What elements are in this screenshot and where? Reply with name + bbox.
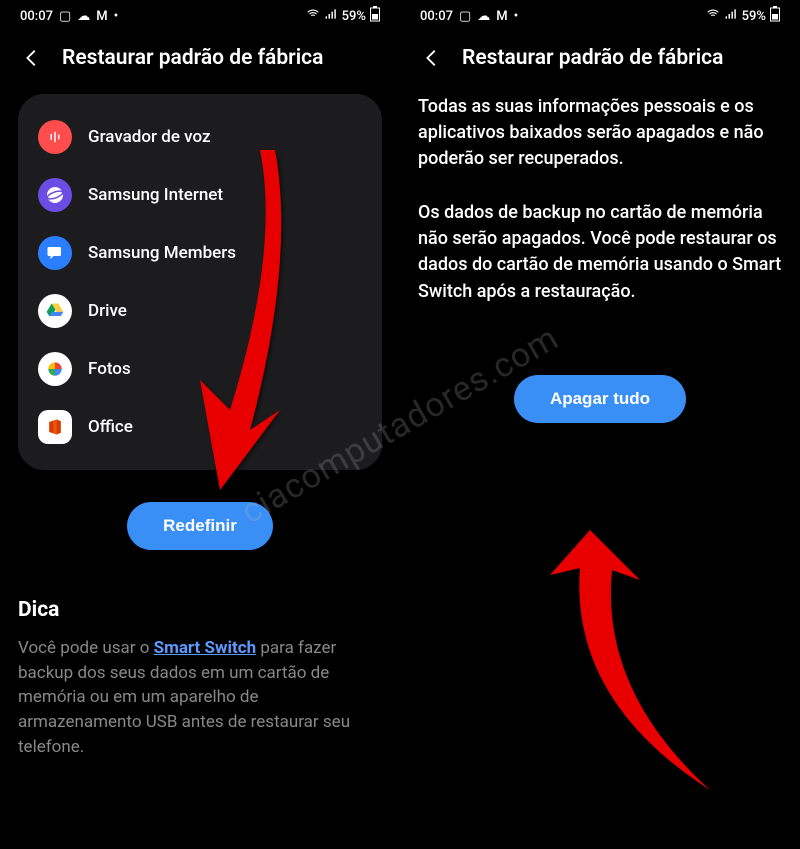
reset-button[interactable]: Redefinir [127,502,273,550]
app-label: Samsung Members [88,243,236,263]
voice-recorder-icon [38,120,72,154]
battery-icon [370,6,380,26]
status-right: 59% [706,6,780,26]
apps-card: Gravador de voz Samsung Internet Samsung… [18,94,382,470]
samsung-members-icon [38,236,72,270]
google-photos-icon [38,352,72,386]
mail-icon: M [96,9,107,24]
status-bar: 00:07 ▢ ☁ M • 59% [18,0,382,28]
red-arrow-up-icon [530,480,750,820]
back-icon[interactable] [18,44,46,72]
signal-icon [724,7,738,25]
phone-right: 00:07 ▢ ☁ M • 59% Restaurar padrão de fá… [400,0,800,849]
gallery-icon: ▢ [459,9,471,24]
battery-text: 59% [342,9,366,24]
app-row-office: Office [32,398,368,456]
dots-icon: • [514,9,519,24]
battery-text: 59% [742,9,766,24]
google-drive-icon [38,294,72,328]
status-bar: 00:07 ▢ ☁ M • 59% [418,0,782,28]
app-label: Samsung Internet [88,185,223,205]
warning-para-1: Todas as suas informações pessoais e os … [418,94,782,172]
phone-left: 00:07 ▢ ☁ M • 59% Restaurar padrão de fá… [0,0,400,849]
tip-text: Você pode usar o Smart Switch para fazer… [18,636,382,759]
smart-switch-link[interactable]: Smart Switch [154,638,257,658]
app-label: Fotos [88,359,131,379]
app-row-drive: Drive [32,282,368,340]
status-time: 00:07 [20,9,53,24]
cloud-icon: ☁ [477,9,490,24]
app-label: Drive [88,301,127,321]
warning-para-2: Os dados de backup no cartão de memória … [418,200,782,304]
status-time: 00:07 [420,9,453,24]
status-right: 59% [306,6,380,26]
tip-title: Dica [18,598,382,622]
page-header: Restaurar padrão de fábrica [418,28,782,94]
status-left: 00:07 ▢ ☁ M • [20,9,118,24]
page-header: Restaurar padrão de fábrica [18,28,382,94]
erase-all-button[interactable]: Apagar tudo [514,375,686,423]
app-row-fotos: Fotos [32,340,368,398]
back-icon[interactable] [418,44,446,72]
app-label: Office [88,417,133,437]
status-left: 00:07 ▢ ☁ M • [420,9,518,24]
app-row-internet: Samsung Internet [32,166,368,224]
page-title: Restaurar padrão de fábrica [462,46,723,70]
dots-icon: • [114,9,119,24]
ms-office-icon [38,410,72,444]
app-row-gravador: Gravador de voz [32,108,368,166]
samsung-internet-icon [38,178,72,212]
cloud-icon: ☁ [77,9,90,24]
app-row-members: Samsung Members [32,224,368,282]
battery-icon [770,6,780,26]
page-title: Restaurar padrão de fábrica [62,46,323,70]
gallery-icon: ▢ [59,9,71,24]
wifi-icon [706,7,720,25]
signal-icon [324,7,338,25]
app-label: Gravador de voz [88,127,211,147]
tip-before: Você pode usar o [18,638,154,658]
wifi-icon [306,7,320,25]
mail-icon: M [496,9,507,24]
